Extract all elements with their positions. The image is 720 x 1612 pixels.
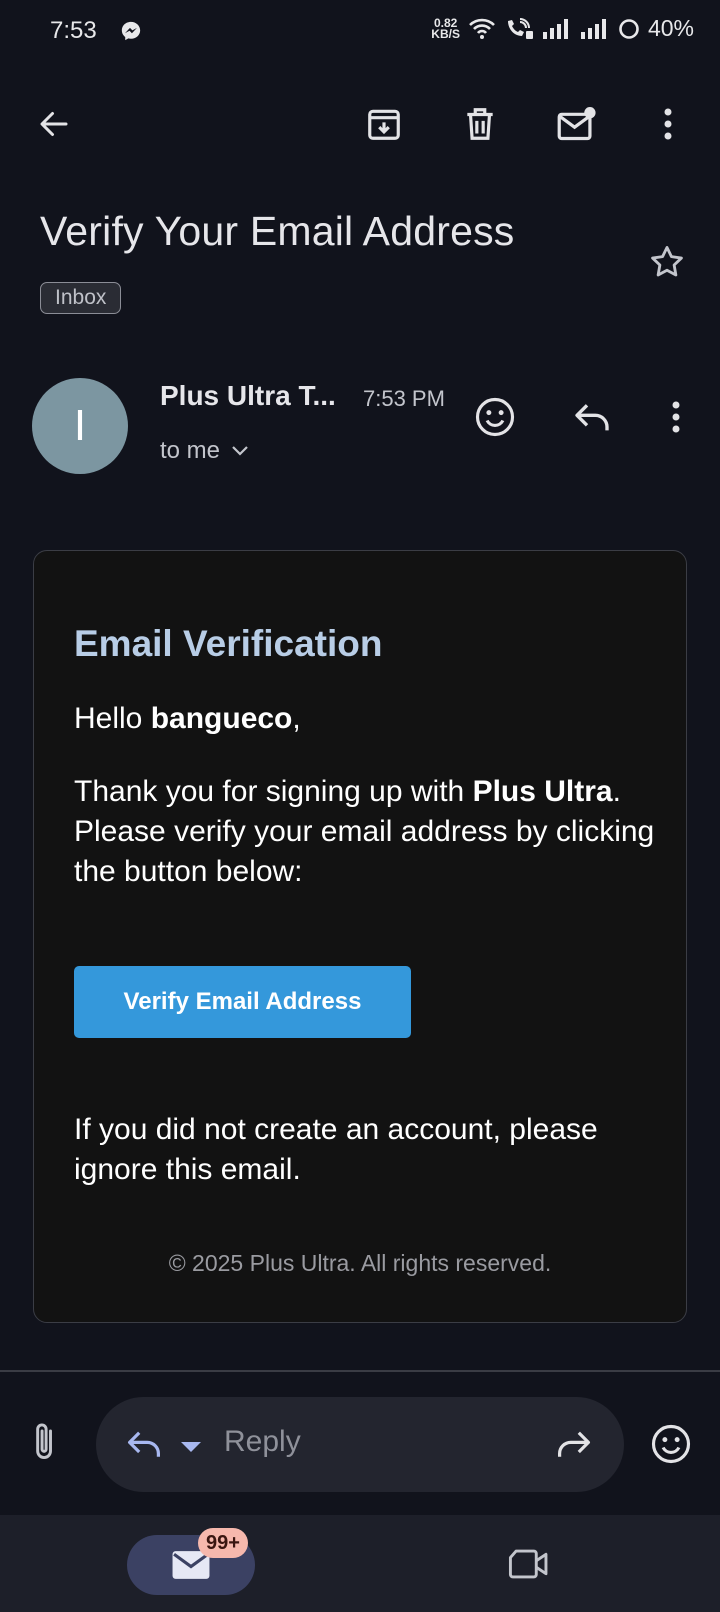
greeting-prefix: Hello [74,702,151,735]
chevron-down-icon [230,444,250,458]
greeting: Hello bangueco, [74,702,301,736]
username: bangueco [150,702,293,735]
delete-icon[interactable] [456,100,504,148]
inbox-label-chip[interactable]: Inbox [40,282,122,314]
reply-icon[interactable] [572,400,612,434]
attach-icon[interactable] [32,1420,58,1464]
archive-icon[interactable] [360,100,408,148]
email-heading: Email Verification [74,623,383,664]
mark-unread-icon[interactable] [553,100,601,148]
sent-time: 7:53 PM [363,386,445,411]
divider [0,1370,720,1372]
email-subject: Verify Your Email Address [40,208,515,254]
more-vert-icon[interactable] [644,100,692,148]
battery-icon [618,18,640,40]
forward-icon[interactable] [554,1428,594,1460]
recipient-details[interactable]: to me [160,437,250,465]
status-time: 7:53 [50,17,97,44]
meet-video-icon[interactable] [508,1546,550,1582]
reply-bar[interactable] [96,1397,624,1492]
net-speed-unit: KB/S [431,26,460,41]
brand-name: Plus Ultra [472,775,613,808]
sender-avatar[interactable]: I [32,378,128,474]
unread-count-badge: 99+ [198,1528,248,1558]
wifi-icon [468,18,496,40]
reply-input[interactable]: Reply [224,1425,301,1459]
net-speed: 0.82 KB/S [431,17,460,41]
emoji-reaction-icon[interactable] [474,396,516,438]
copyright-footer: © 2025 Plus Ultra. All rights reserved. [168,1250,552,1276]
verify-email-button[interactable]: Verify Email Address [74,966,411,1038]
wifi-calling-icon [504,17,534,40]
greeting-suffix: , [292,702,301,735]
signal-icon [542,18,572,40]
message-more-icon[interactable] [671,400,681,434]
recipient-label: to me [160,437,221,464]
emoji-icon[interactable] [650,1423,692,1465]
para-prefix: Thank you for signing up with [74,775,473,808]
body-paragraph: Thank you for signing up with Plus Ultra… [74,772,664,892]
email-body-card [33,550,687,1323]
status-icons: 0.82 KB/S 40% [431,15,694,42]
bottom-navigation [0,1515,720,1612]
reply-dropdown-icon[interactable] [180,1441,202,1453]
messenger-icon [120,20,142,42]
signal-icon [580,18,610,40]
star-icon[interactable] [648,243,686,281]
ignore-notice: If you did not create an account, please… [74,1113,598,1186]
battery-percent: 40% [647,15,694,41]
reply-mode-icon[interactable] [124,1428,164,1460]
sender-name[interactable]: Plus Ultra T... [160,380,336,412]
back-arrow-icon[interactable] [30,100,78,148]
